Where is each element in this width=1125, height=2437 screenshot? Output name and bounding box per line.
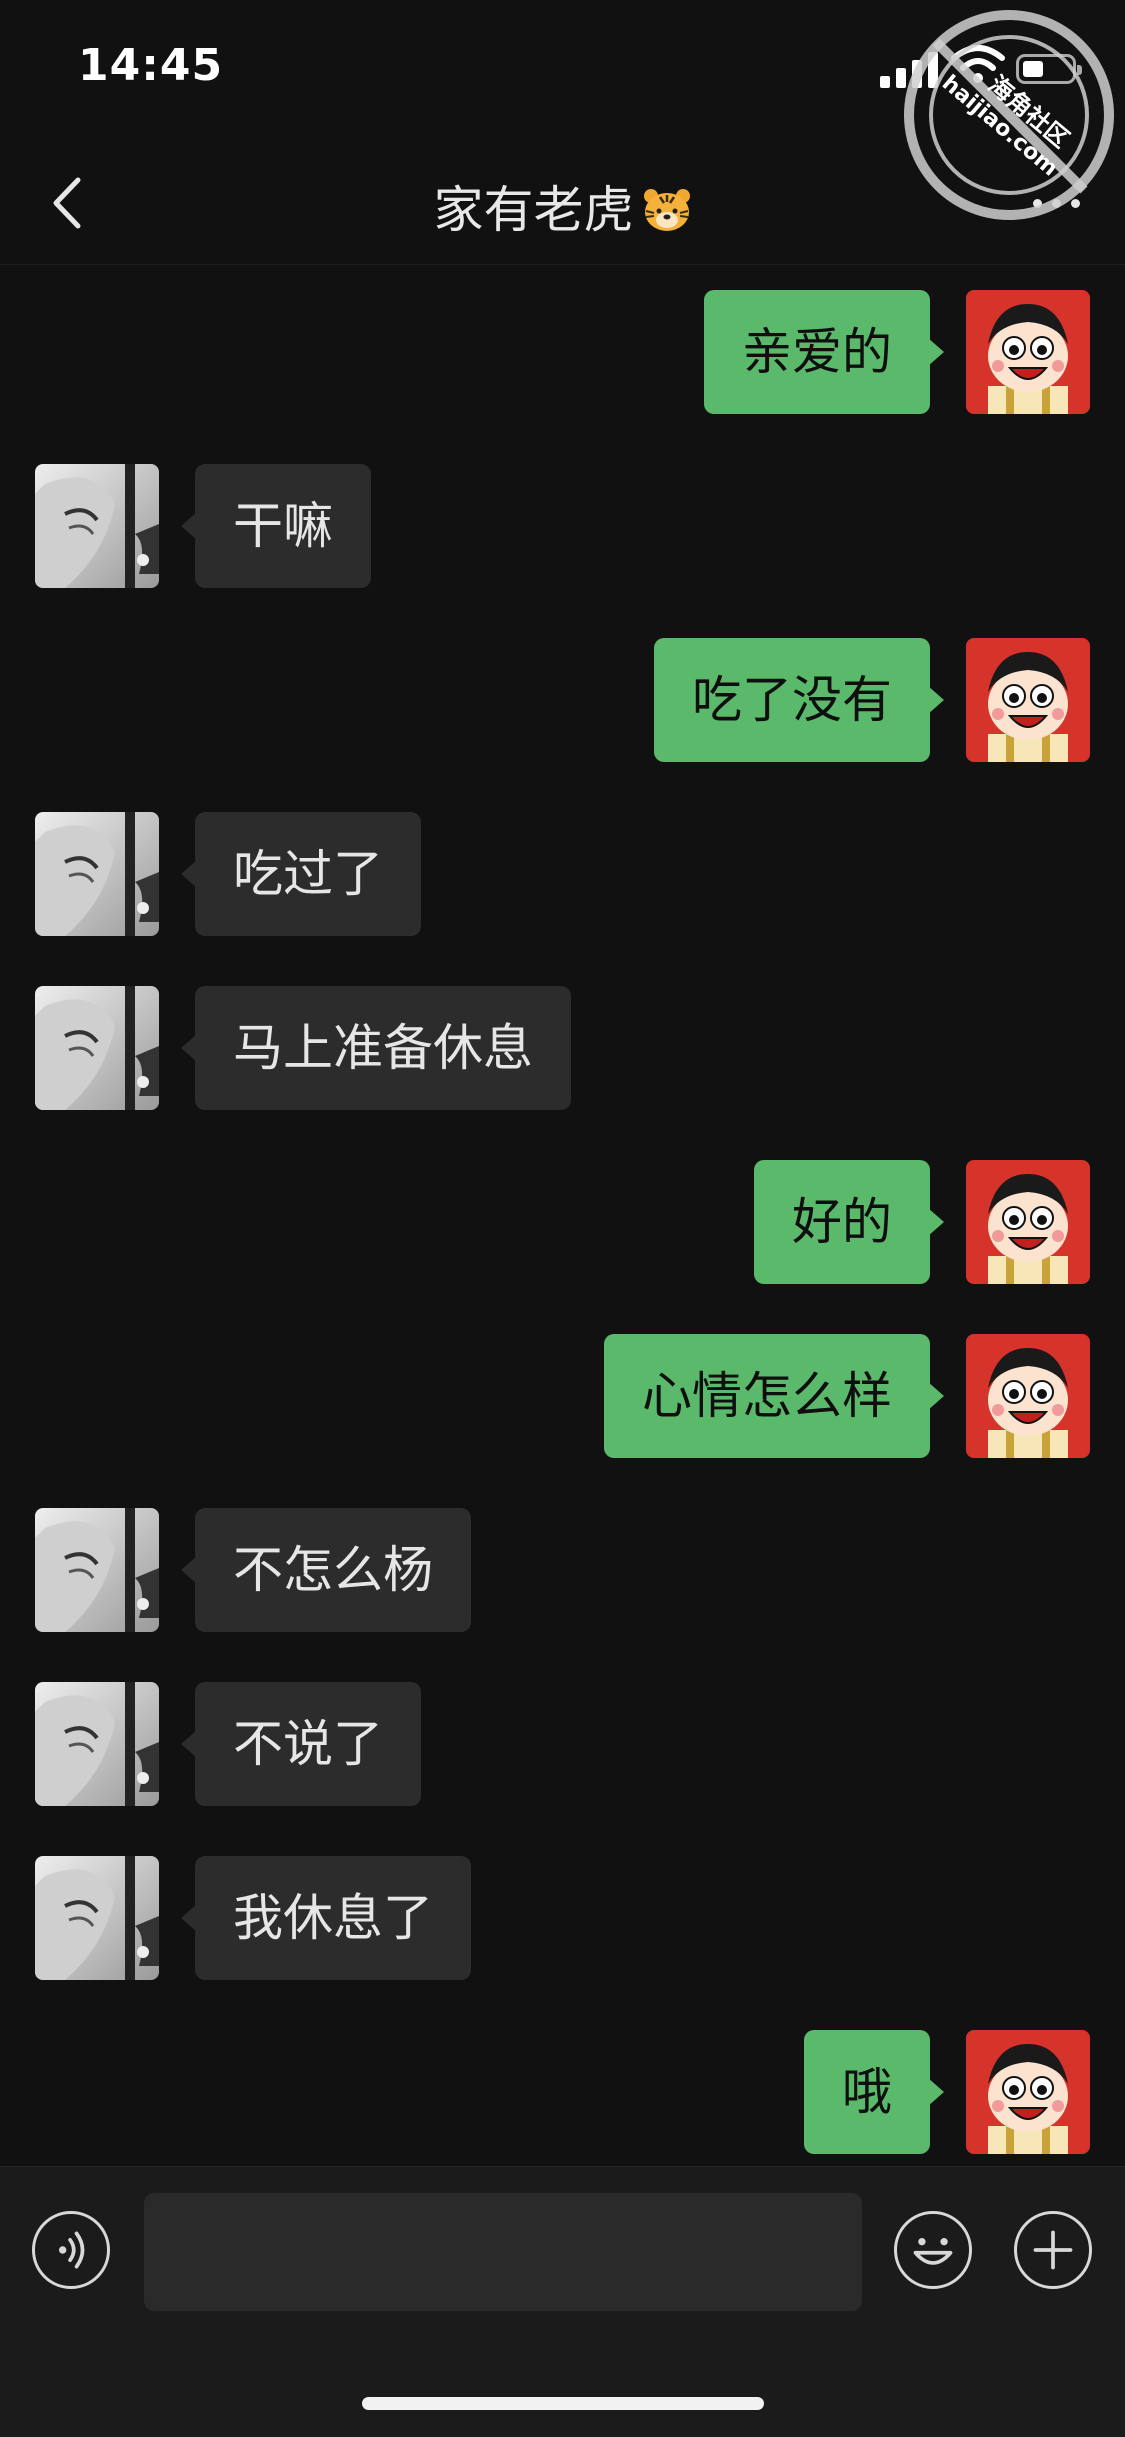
contact-avatar[interactable] bbox=[35, 464, 159, 588]
received-message: 吃过了 bbox=[0, 812, 1125, 936]
message-bubble[interactable]: 好的 bbox=[754, 1160, 944, 1284]
voice-button[interactable] bbox=[32, 2211, 110, 2289]
message-bubble[interactable]: 吃过了 bbox=[181, 812, 421, 936]
message-bubble[interactable]: 干嘛 bbox=[181, 464, 371, 588]
message-bubble[interactable]: 不说了 bbox=[181, 1682, 421, 1806]
message-bubble[interactable]: 哦 bbox=[804, 2030, 944, 2154]
message-bubble[interactable]: 吃了没有 bbox=[654, 638, 944, 762]
chat-title-text: 家有老虎 bbox=[433, 181, 634, 239]
my-avatar[interactable] bbox=[966, 1334, 1090, 1458]
message-bubble[interactable]: 马上准备休息 bbox=[181, 986, 571, 1110]
message-bubble[interactable]: 心情怎么样 bbox=[604, 1334, 944, 1458]
message-bubble[interactable]: 我休息了 bbox=[181, 1856, 471, 1980]
chat-title: 家有老虎 bbox=[0, 170, 1125, 242]
sent-message: 哦 bbox=[0, 2030, 1125, 2154]
message-bubble[interactable]: 不怎么杨 bbox=[181, 1508, 471, 1632]
status-bar: 14:45 bbox=[0, 0, 1125, 140]
sent-message: 吃了没有 bbox=[0, 638, 1125, 762]
contact-avatar[interactable] bbox=[35, 1682, 159, 1806]
received-message: 马上准备休息 bbox=[0, 986, 1125, 1110]
add-button[interactable] bbox=[1014, 2211, 1092, 2289]
chat-header: 家有老虎 bbox=[0, 140, 1125, 265]
home-indicator bbox=[362, 2397, 764, 2410]
signal-icon bbox=[880, 44, 950, 88]
emoji-button[interactable] bbox=[894, 2211, 972, 2289]
sent-message: 心情怎么样 bbox=[0, 1334, 1125, 1458]
sent-message: 好的 bbox=[0, 1160, 1125, 1284]
my-avatar[interactable] bbox=[966, 2030, 1090, 2154]
contact-avatar[interactable] bbox=[35, 986, 159, 1110]
wifi-icon bbox=[951, 45, 1005, 83]
my-avatar[interactable] bbox=[966, 290, 1090, 414]
contact-avatar[interactable] bbox=[35, 812, 159, 936]
message-bubble[interactable]: 亲爱的 bbox=[704, 290, 944, 414]
tiger-face-icon bbox=[643, 189, 690, 231]
sent-message: 亲爱的 bbox=[0, 290, 1125, 414]
battery-icon bbox=[1016, 54, 1082, 84]
contact-avatar[interactable] bbox=[35, 1856, 159, 1980]
status-time: 14:45 bbox=[78, 40, 224, 91]
message-input[interactable] bbox=[144, 2193, 862, 2311]
more-button[interactable] bbox=[1027, 188, 1087, 218]
my-avatar[interactable] bbox=[966, 638, 1090, 762]
my-avatar[interactable] bbox=[966, 1160, 1090, 1284]
contact-avatar[interactable] bbox=[35, 1508, 159, 1632]
received-message: 不怎么杨 bbox=[0, 1508, 1125, 1632]
received-message: 不说了 bbox=[0, 1682, 1125, 1806]
received-message: 干嘛 bbox=[0, 464, 1125, 588]
received-message: 我休息了 bbox=[0, 1856, 1125, 1980]
